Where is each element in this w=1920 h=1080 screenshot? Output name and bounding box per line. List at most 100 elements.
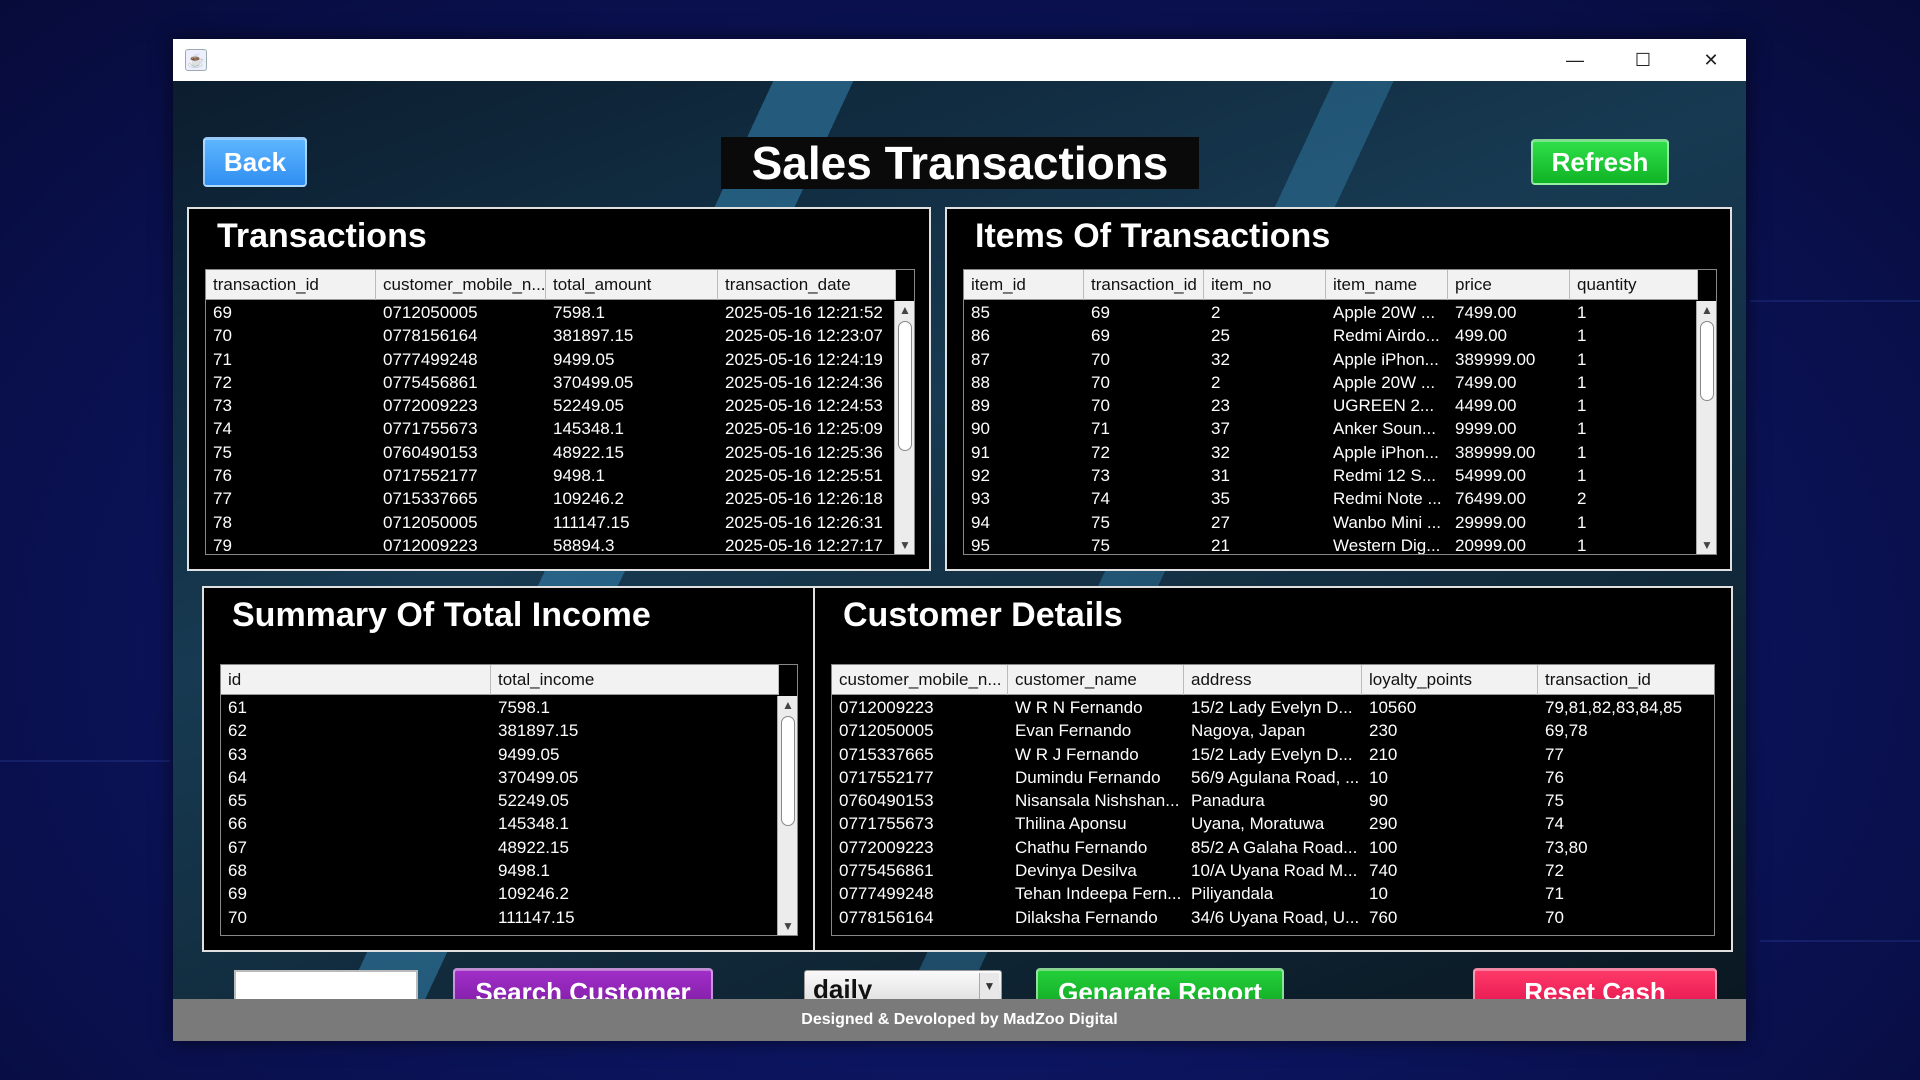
table-row[interactable]: 73 0772009223 52249.05 2025-05-16 12:24:53 [206, 394, 896, 417]
table-row[interactable]: 62 381897.15 [221, 719, 779, 742]
maximize-button[interactable]: ☐ [1609, 39, 1677, 81]
table-cell: 370499.05 [553, 372, 634, 392]
table-row[interactable]: 92 73 31 Redmi 12 S... 54999.00 1 [964, 464, 1698, 487]
table-row[interactable]: 67 48922.15 [221, 836, 779, 859]
table-cell: 70 [1091, 396, 1110, 416]
table-row[interactable]: 93 74 35 Redmi Note ... 76499.00 2 [964, 487, 1698, 510]
column-header[interactable]: item_name [1326, 270, 1448, 300]
table-cell: 77 [1545, 744, 1564, 764]
table-row[interactable]: 68 9498.1 [221, 859, 779, 882]
table-row[interactable]: 79 0712009223 58894.3 2025-05-16 12:27:17 [206, 534, 896, 554]
items-panel: Items Of Transactions item_id transaction… [945, 207, 1732, 571]
column-header[interactable]: quantity [1570, 270, 1698, 300]
summary-table[interactable]: id total_income 61 7598.1 62 381897.15 63 9499.… [220, 664, 798, 936]
table-cell: 69 [213, 303, 232, 322]
table-row[interactable]: 95 75 21 Western Dig... 20999.00 1 [964, 534, 1698, 555]
scroll-down-icon[interactable]: ▼ [895, 536, 914, 554]
column-header[interactable]: address [1184, 665, 1362, 695]
scroll-down-icon[interactable]: ▼ [778, 917, 797, 935]
minimize-button[interactable]: — [1541, 39, 1609, 81]
table-cell: 7598.1 [553, 303, 605, 322]
table-row[interactable]: 0772009223 Chathu Fernando 85/2 A Galaha R… [832, 836, 1714, 859]
table-row[interactable]: 86 69 25 Redmi Airdo... 499.00 1 [964, 324, 1698, 347]
table-row[interactable]: 0712009223 W R N Fernando 15/2 Lady Evelyn… [832, 696, 1714, 719]
table-row[interactable]: 91 72 32 Apple iPhon... 389999.00 1 [964, 441, 1698, 464]
vertical-scrollbar[interactable]: ▲ ▼ [1696, 301, 1716, 554]
column-header[interactable]: transaction_id [1084, 270, 1204, 300]
table-cell: 54999.00 [1455, 466, 1526, 486]
table-row[interactable]: 0712050005 Evan Fernando Nagoya, Japan 230 6… [832, 719, 1714, 742]
table-cell: 2025-05-16 12:25:09 [725, 419, 883, 439]
table-row[interactable]: 69 109246.2 [221, 882, 779, 905]
table-row[interactable]: 88 70 2 Apple 20W ... 7499.00 1 [964, 371, 1698, 394]
column-header[interactable]: item_id [964, 270, 1084, 300]
transactions-table[interactable]: transaction_id customer_mobile_n... total_… [205, 269, 915, 555]
table-cell: Anker Soun... [1333, 419, 1437, 439]
table-row[interactable]: 78 0712050005 111147.15 2025-05-16 12:26:31 [206, 511, 896, 534]
table-cell: 95 [971, 535, 990, 555]
table-cell: 0712050005 [839, 721, 934, 741]
scroll-thumb[interactable] [781, 716, 795, 826]
table-cell: 90 [971, 419, 990, 439]
table-cell: 2025-05-16 12:21:52 [725, 303, 883, 322]
table-cell: 72 [1091, 442, 1110, 462]
table-cell: 381897.15 [553, 326, 634, 346]
scroll-up-icon[interactable]: ▲ [895, 301, 914, 319]
table-row[interactable]: 72 0775456861 370499.05 2025-05-16 12:24:36 [206, 371, 896, 394]
customers-table[interactable]: customer_mobile_n... customer_name address… [831, 664, 1715, 936]
table-row[interactable]: 70 0778156164 381897.15 2025-05-16 12:23:07 [206, 324, 896, 347]
table-row[interactable]: 87 70 32 Apple iPhon... 389999.00 1 [964, 348, 1698, 371]
column-header[interactable]: loyalty_points [1362, 665, 1538, 695]
vertical-scrollbar[interactable]: ▲ ▼ [777, 696, 797, 935]
table-cell: 1 [1577, 442, 1587, 462]
column-header[interactable]: transaction_id [1538, 665, 1714, 695]
table-row[interactable]: 75 0760490153 48922.15 2025-05-16 12:25:36 [206, 441, 896, 464]
table-row[interactable]: 70 111147.15 [221, 906, 779, 929]
table-row[interactable]: 89 70 23 UGREEN 2... 4499.00 1 [964, 394, 1698, 417]
table-row[interactable]: 65 52249.05 [221, 789, 779, 812]
table-row[interactable]: 90 71 37 Anker Soun... 9999.00 1 [964, 417, 1698, 440]
table-row[interactable]: 85 69 2 Apple 20W ... 7499.00 1 [964, 301, 1698, 324]
column-header[interactable]: price [1448, 270, 1570, 300]
table-row[interactable]: 0775456861 Devinya Desilva 10/A Uyana Road… [832, 859, 1714, 882]
column-header[interactable]: item_no [1204, 270, 1326, 300]
table-row[interactable]: 0771755673 Thilina Aponsu Uyana, Moratuwa 2… [832, 812, 1714, 835]
column-header[interactable]: transaction_id [206, 270, 376, 300]
table-row[interactable]: 63 9499.05 [221, 743, 779, 766]
table-cell: 109246.2 [498, 884, 569, 904]
table-cell: 1 [1577, 349, 1587, 369]
close-button[interactable]: ✕ [1677, 39, 1745, 81]
table-row[interactable]: 76 0717552177 9498.1 2025-05-16 12:25:51 [206, 464, 896, 487]
scroll-up-icon[interactable]: ▲ [778, 696, 797, 714]
table-row[interactable]: 94 75 27 Wanbo Mini ... 29999.00 1 [964, 511, 1698, 534]
table-row[interactable]: 0777499248 Tehan Indeepa Fern... Piliyanda… [832, 882, 1714, 905]
column-header[interactable]: id [221, 665, 491, 695]
vertical-scrollbar[interactable]: ▲ ▼ [894, 301, 914, 554]
table-row[interactable]: 0778156164 Dilaksha Fernando 34/6 Uyana Ro… [832, 906, 1714, 929]
table-row[interactable]: 0717552177 Dumindu Fernando 56/9 Agulana R… [832, 766, 1714, 789]
table-cell: 52249.05 [553, 396, 624, 416]
table-row[interactable]: 74 0771755673 145348.1 2025-05-16 12:25:09 [206, 417, 896, 440]
scroll-thumb[interactable] [1700, 321, 1714, 401]
items-table[interactable]: item_id transaction_id item_no item_name pri… [963, 269, 1717, 555]
column-header[interactable]: total_income [491, 665, 779, 695]
scroll-thumb[interactable] [898, 321, 912, 451]
table-row[interactable]: 69 0712050005 7598.1 2025-05-16 12:21:52 [206, 301, 896, 324]
table-cell: 111147.15 [553, 512, 630, 532]
table-row[interactable]: 64 370499.05 [221, 766, 779, 789]
table-row[interactable]: 71 0777499248 9499.05 2025-05-16 12:24:19 [206, 348, 896, 371]
table-row[interactable]: 77 0715337665 109246.2 2025-05-16 12:26:18 [206, 487, 896, 510]
scroll-down-icon[interactable]: ▼ [1697, 536, 1716, 554]
column-header[interactable]: customer_mobile_n... [832, 665, 1008, 695]
table-row[interactable]: 0760490153 Nisansala Nishshan... Panadura 9… [832, 789, 1714, 812]
refresh-button[interactable]: Refresh [1531, 139, 1669, 185]
table-row[interactable]: 61 7598.1 [221, 696, 779, 719]
scroll-up-icon[interactable]: ▲ [1697, 301, 1716, 319]
back-button[interactable]: Back [203, 137, 307, 187]
column-header[interactable]: customer_name [1008, 665, 1184, 695]
table-row[interactable]: 66 145348.1 [221, 812, 779, 835]
column-header[interactable]: customer_mobile_n... [376, 270, 546, 300]
column-header[interactable]: total_amount [546, 270, 718, 300]
table-row[interactable]: 0715337665 W R J Fernando 15/2 Lady Evelyn… [832, 743, 1714, 766]
column-header[interactable]: transaction_date [718, 270, 896, 300]
